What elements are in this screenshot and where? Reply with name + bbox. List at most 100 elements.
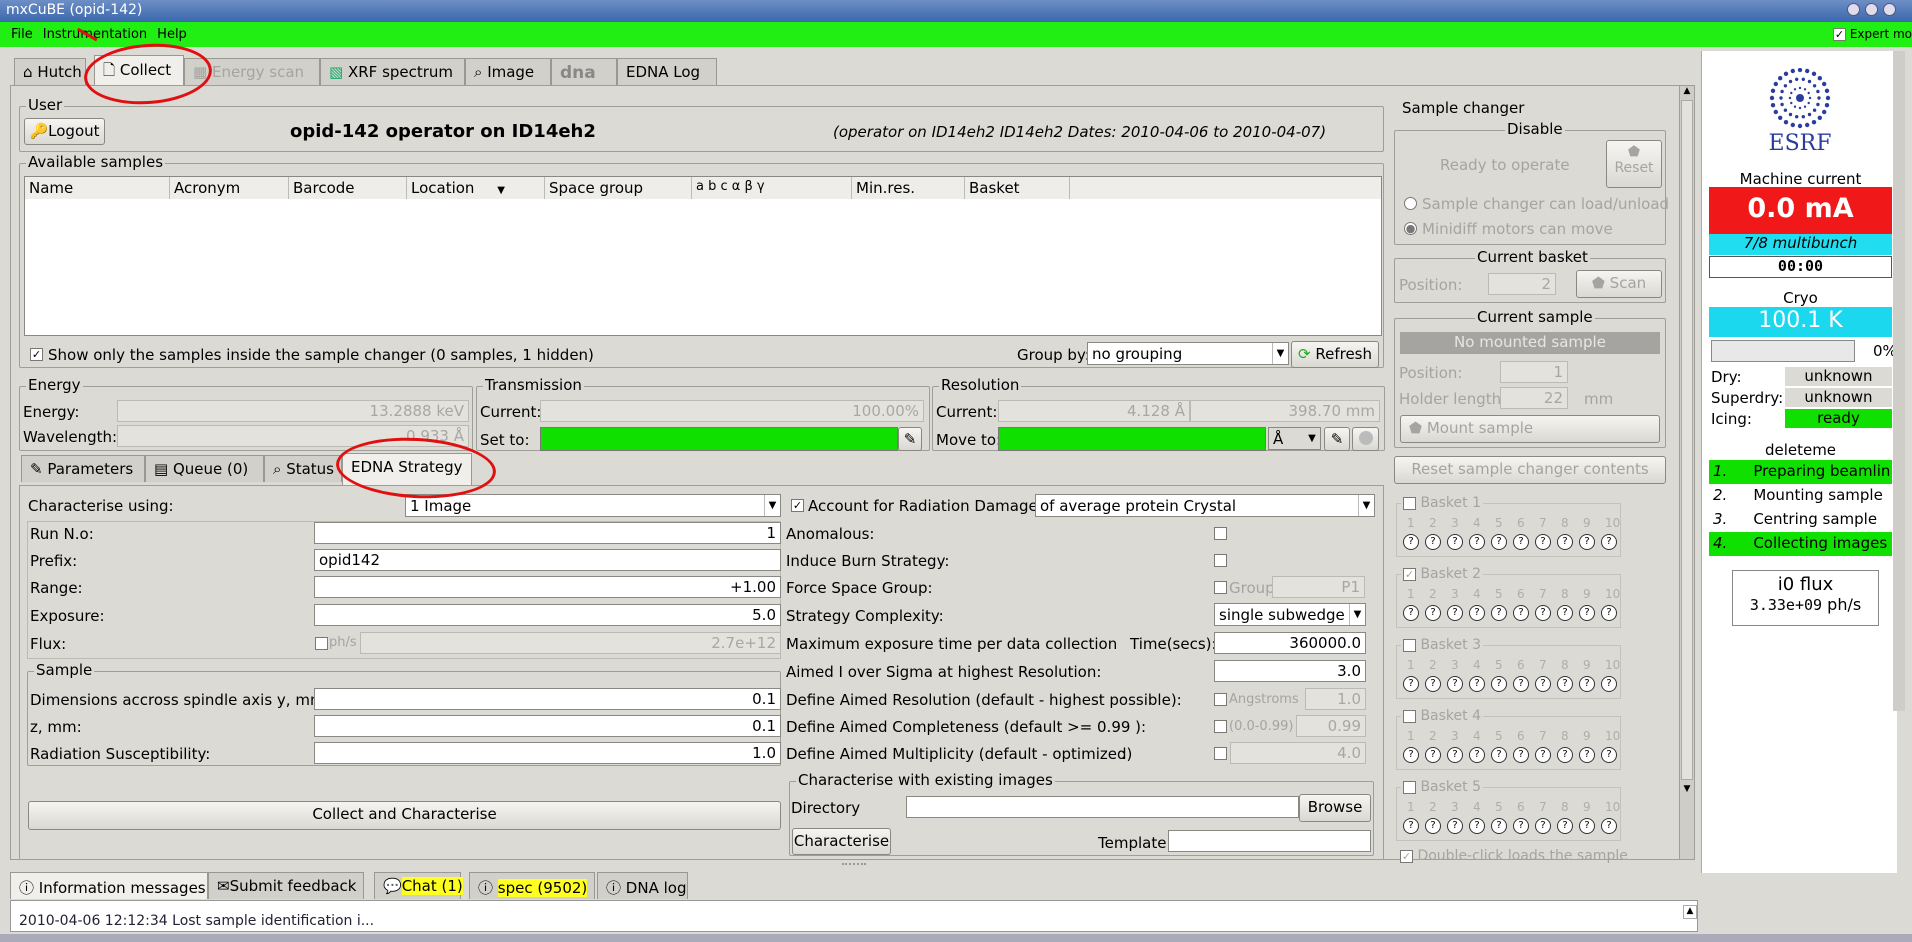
menu-instrumentation[interactable]: Instrumentation [38,22,152,47]
menu-file[interactable]: File [6,22,38,47]
unknown-sample-icon[interactable]: ? [1601,676,1617,692]
unknown-sample-icon[interactable]: ? [1403,676,1419,692]
column-location[interactable]: Location ▼ [407,177,545,199]
force-space-group-checkbox[interactable] [1214,581,1227,594]
space-group-input[interactable]: P1 [1272,576,1365,598]
tab-submit-feedback[interactable]: ✉Submit feedback [208,872,364,899]
directory-input[interactable] [906,796,1299,818]
unknown-sample-icon[interactable]: ? [1513,818,1529,834]
prefix-input[interactable]: opid142 [314,549,781,571]
exposure-input[interactable]: 5.0 [314,604,781,626]
column-basket[interactable]: Basket [965,177,1070,199]
log-area[interactable]: 2010-04-06 12:12:34 Lost sample identifi… [10,900,1698,932]
tab-dna[interactable]: dna [551,58,617,85]
unknown-sample-icon[interactable]: ? [1535,747,1551,763]
unknown-sample-icon[interactable]: ? [1403,747,1419,763]
tab-spec[interactable]: ⓘ spec (9502) [469,872,595,899]
tab-dna-log[interactable]: ⓘ DNA log [597,872,688,899]
scroll-down-icon[interactable]: ▼ [1680,784,1694,794]
unknown-sample-icon[interactable]: ? [1425,818,1441,834]
unknown-sample-icon[interactable]: ? [1403,818,1419,834]
sample-position-input[interactable]: 1 [1500,361,1568,383]
column-cell[interactable]: a b c α β γ [692,177,852,199]
unknown-sample-icon[interactable]: ? [1601,605,1617,621]
main-scrollbar[interactable]: ▲ ▼ [1679,85,1695,860]
stop-icon[interactable] [1352,427,1379,451]
aimed-multiplicity-input[interactable]: 4.0 [1230,742,1366,764]
unknown-sample-icon[interactable]: ? [1557,605,1573,621]
unknown-sample-icon[interactable]: ? [1469,534,1485,550]
unknown-sample-icon[interactable]: ? [1469,676,1485,692]
window-controls[interactable] [1842,2,1912,20]
double-click-option[interactable]: ✓ Double-click loads the sample [1400,848,1628,864]
unknown-sample-icon[interactable]: ? [1469,605,1485,621]
scan-button[interactable]: ⬟ Scan [1576,270,1662,298]
unknown-sample-icon[interactable]: ? [1425,534,1441,550]
refresh-button[interactable]: ⟳ Refresh [1291,341,1379,368]
unknown-sample-icon[interactable]: ? [1513,747,1529,763]
close-icon[interactable] [1883,3,1896,16]
unknown-sample-icon[interactable]: ? [1535,534,1551,550]
mount-sample-button[interactable]: ⬟ Mount sample [1400,415,1660,443]
characterise-button[interactable]: Characterise [792,828,891,855]
account-radiation-select[interactable]: of average protein Crystal ▼ [1035,494,1375,517]
basket-2[interactable]: ✓ Basket 2 1? 2? 3? 4? 5? 6? 7? 8? 9? 10? [1396,566,1621,628]
tab-xrf-spectrum[interactable]: ▧ XRF spectrum [320,58,465,85]
column-name[interactable]: Name [25,177,170,199]
unknown-sample-icon[interactable]: ? [1579,747,1595,763]
unknown-sample-icon[interactable]: ? [1513,534,1529,550]
minimize-icon[interactable] [1847,3,1860,16]
basket-3[interactable]: Basket 3 1? 2? 3? 4? 5? 6? 7? 8? 9? 10? [1396,637,1621,699]
sc-load-radio[interactable] [1404,197,1417,210]
tab-chat[interactable]: 💬Chat (1) [374,872,463,899]
holder-length-input[interactable]: 22 [1500,387,1568,409]
logout-button[interactable]: 🔑Logout [24,118,105,145]
unknown-sample-icon[interactable]: ? [1601,534,1617,550]
column-acronym[interactable]: Acronym [170,177,289,199]
unknown-sample-icon[interactable]: ? [1403,605,1419,621]
unknown-sample-icon[interactable]: ? [1557,676,1573,692]
expert-checkbox[interactable]: ✓ [1833,28,1846,41]
tab-image[interactable]: ⌕ Image [465,58,551,85]
aimed-completeness-checkbox[interactable] [1214,720,1227,733]
unknown-sample-icon[interactable]: ? [1535,605,1551,621]
scroll-up-icon[interactable]: ▲ [1680,86,1694,96]
maximize-icon[interactable] [1865,3,1878,16]
unknown-sample-icon[interactable]: ? [1491,534,1507,550]
aimed-resolution-checkbox[interactable] [1214,693,1227,706]
unknown-sample-icon[interactable]: ? [1425,747,1441,763]
subtab-queue[interactable]: ▤ Queue (0) [145,455,264,482]
unknown-sample-icon[interactable]: ? [1557,747,1573,763]
dim-z-input[interactable]: 0.1 [314,715,781,737]
unknown-sample-icon[interactable]: ? [1469,818,1485,834]
show-only-checkbox[interactable]: ✓ [30,348,43,361]
unknown-sample-icon[interactable]: ? [1491,605,1507,621]
unknown-sample-icon[interactable]: ? [1491,747,1507,763]
resolution-unit-select[interactable]: Å ▼ [1268,427,1321,450]
unknown-sample-icon[interactable]: ? [1447,534,1463,550]
unknown-sample-icon[interactable]: ? [1513,676,1529,692]
strategy-complexity-select[interactable]: single subwedge ▼ [1214,603,1366,626]
unknown-sample-icon[interactable]: ? [1579,534,1595,550]
unknown-sample-icon[interactable]: ? [1557,534,1573,550]
column-space-group[interactable]: Space group [545,177,692,199]
dim-y-input[interactable]: 0.1 [314,688,781,710]
unknown-sample-icon[interactable]: ? [1579,818,1595,834]
browse-button[interactable]: Browse [1299,794,1371,822]
subtab-parameters[interactable]: ✎ Parameters [21,455,145,482]
aimed-resolution-input[interactable]: 1.0 [1305,688,1366,710]
run-number-input[interactable]: 1 [314,522,781,544]
pencil-icon[interactable]: ✎ [1324,427,1350,451]
template-input[interactable] [1168,830,1371,852]
unknown-sample-icon[interactable]: ? [1447,818,1463,834]
expert-mode-toggle[interactable]: ✓ Expert mo [1833,27,1912,41]
basket-5[interactable]: Basket 5 1? 2? 3? 4? 5? 6? 7? 8? 9? 10? [1396,779,1621,841]
flux-checkbox[interactable] [315,637,328,650]
unknown-sample-icon[interactable]: ? [1513,605,1529,621]
basket-1[interactable]: Basket 1 1? 2? 3? 4? 5? 6? 7? 8? 9? 10? [1396,495,1621,557]
unknown-sample-icon[interactable]: ? [1557,818,1573,834]
tab-information-messages[interactable]: ⓘ Information messages [10,872,208,899]
tab-edna-log[interactable]: EDNA Log [617,58,717,85]
column-barcode[interactable]: Barcode [289,177,407,199]
unknown-sample-icon[interactable]: ? [1535,818,1551,834]
